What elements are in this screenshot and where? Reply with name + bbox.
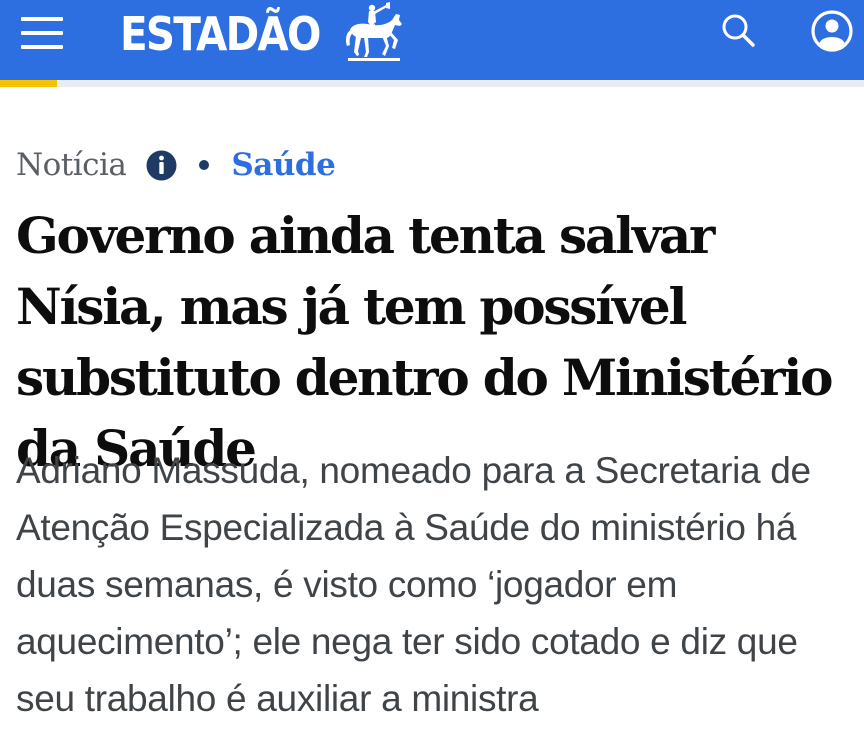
article-subtitle: Adriano Massuda, nomeado para a Secretar… bbox=[16, 450, 811, 719]
horse-rider-icon bbox=[346, 2, 402, 61]
meta-separator-dot bbox=[199, 160, 210, 170]
user-icon[interactable] bbox=[810, 9, 854, 53]
search-icon[interactable] bbox=[718, 10, 758, 50]
reading-progress-fill bbox=[0, 80, 58, 87]
hamburger-menu-icon[interactable] bbox=[21, 17, 63, 49]
section-link[interactable]: Saúde bbox=[231, 147, 335, 183]
site-logo[interactable]: ESTADÃO bbox=[120, 2, 347, 66]
logo-text: ESTADÃO bbox=[120, 7, 321, 61]
reading-progress-bar bbox=[0, 80, 864, 87]
site-header: ESTADÃO bbox=[0, 0, 864, 80]
article-meta: Notícia Saúde bbox=[16, 140, 336, 190]
info-icon[interactable] bbox=[146, 150, 177, 181]
article-type-label: Notícia bbox=[16, 147, 127, 183]
